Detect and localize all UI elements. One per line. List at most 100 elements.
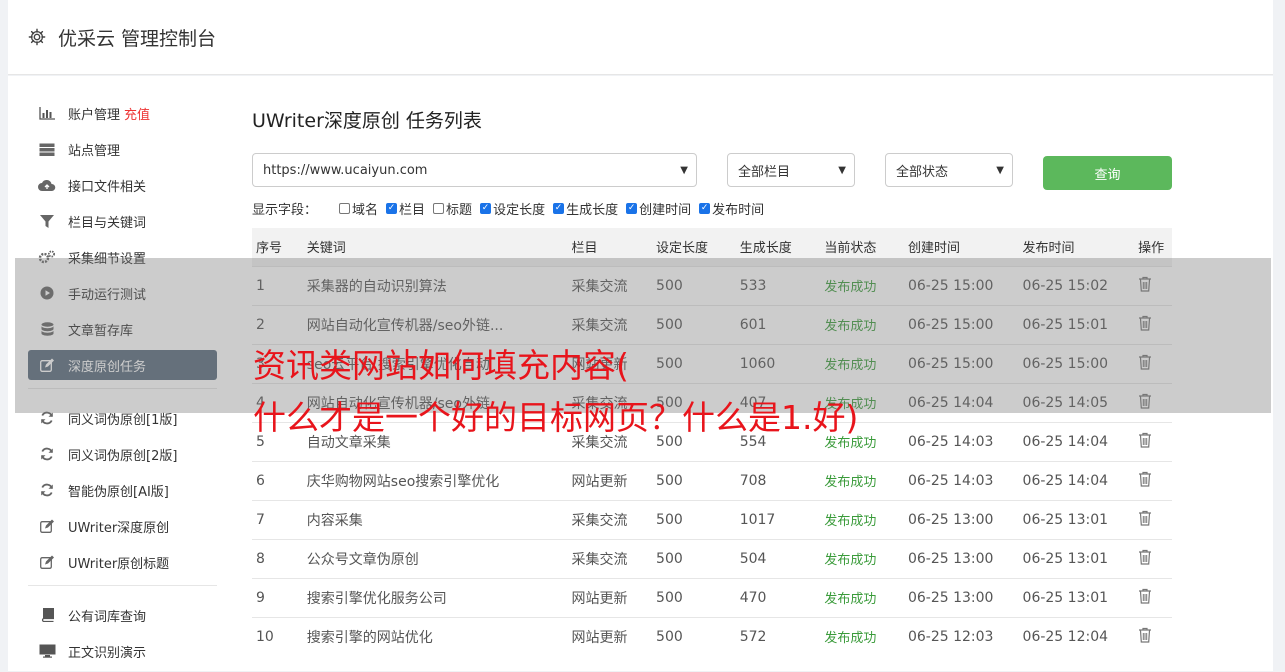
status-cell: 发布成功 bbox=[824, 538, 908, 578]
checkbox-box[interactable]: ✓ bbox=[480, 202, 492, 214]
status-cell: 发布成功 bbox=[824, 616, 908, 656]
table-cell: 9 bbox=[252, 577, 307, 617]
sidebar-item-label: 接口文件相关 bbox=[68, 179, 147, 195]
filter-bar: https://www.ucaiyun.com ▼ 全部栏目 ▼ 全部状态 ▼ bbox=[252, 153, 1172, 187]
checkbox-label: 域名 bbox=[352, 202, 379, 218]
table-cell: 06-25 13:01 bbox=[1022, 538, 1139, 578]
field-checkbox-created[interactable]: ✓ 创建时间 bbox=[626, 199, 691, 218]
filter-icon bbox=[38, 214, 56, 228]
table-cell: 06-25 14:04 bbox=[1022, 421, 1139, 461]
bar-chart-icon bbox=[38, 106, 56, 120]
headline-line-1: 资讯类网站如何填充内容( bbox=[253, 346, 629, 385]
table-cell: 1017 bbox=[739, 499, 825, 539]
trash-icon[interactable] bbox=[1138, 432, 1152, 448]
checkbox-box[interactable]: ✓ bbox=[699, 202, 711, 214]
sidebar-item-uwriter-deep[interactable]: UWriter深度原创 bbox=[28, 511, 217, 541]
query-button[interactable]: 查询 bbox=[1043, 156, 1172, 190]
table-cell: 06-25 13:00 bbox=[907, 577, 1023, 617]
sidebar-item-label: UWriter深度原创 bbox=[68, 520, 170, 536]
table-cell: 500 bbox=[656, 538, 740, 578]
table-cell: 500 bbox=[656, 460, 740, 500]
sidebar-item-text-recognition[interactable]: 正文识别演示 bbox=[28, 636, 217, 666]
table-cell: 8 bbox=[252, 538, 307, 578]
sidebar-item-columns-keywords[interactable]: 栏目与关键词 bbox=[28, 206, 217, 236]
table-cell: 06-25 14:03 bbox=[907, 460, 1023, 500]
sidebar-item-public-lexicon[interactable]: 公有词库查询 bbox=[28, 600, 217, 630]
field-checkbox-column[interactable]: ✓ 栏目 bbox=[386, 199, 425, 218]
table-row: 9 搜索引擎优化服务公司 网站更新 500 470 发布成功 06-25 13:00 06-2… bbox=[252, 577, 1172, 617]
sidebar-item-label: 同义词伪原创[2版] bbox=[68, 448, 178, 464]
field-checkbox-set-length[interactable]: ✓ 设定长度 bbox=[480, 199, 545, 218]
monitor-icon bbox=[38, 644, 56, 658]
field-checkbox-published[interactable]: ✓ 发布时间 bbox=[699, 199, 764, 218]
sidebar-item-label: 账户管理 bbox=[68, 107, 121, 123]
field-checkbox-domain[interactable]: 域名 bbox=[339, 199, 378, 218]
refresh-icon bbox=[38, 411, 56, 425]
trash-icon[interactable] bbox=[1138, 510, 1152, 526]
trash-icon[interactable] bbox=[1138, 471, 1152, 487]
chevron-down-icon: ▼ bbox=[996, 164, 1004, 176]
field-checkbox-title[interactable]: 标题 bbox=[433, 199, 472, 218]
sidebar-item-uwriter-title[interactable]: UWriter原创标题 bbox=[28, 547, 217, 577]
table-cell: 06-25 13:00 bbox=[907, 538, 1023, 578]
page-title: UWriter深度原创 任务列表 bbox=[252, 110, 482, 132]
table-cell: 504 bbox=[739, 538, 825, 578]
sidebar-item-label: 智能伪原创[AI版] bbox=[68, 484, 169, 500]
table-cell: 06-25 12:03 bbox=[907, 616, 1023, 656]
site-select[interactable]: https://www.ucaiyun.com ▼ bbox=[252, 153, 697, 187]
sidebar-item-sites[interactable]: 站点管理 bbox=[28, 134, 217, 164]
trash-icon[interactable] bbox=[1138, 549, 1152, 565]
table-cell: 500 bbox=[656, 616, 740, 656]
status-select[interactable]: 全部状态 ▼ bbox=[885, 153, 1013, 187]
sidebar-item-ai-rewrite[interactable]: 智能伪原创[AI版] bbox=[28, 475, 217, 505]
sidebar-item-interface-files[interactable]: 接口文件相关 bbox=[28, 170, 217, 200]
table-cell: 06-25 14:03 bbox=[907, 421, 1023, 461]
sidebar-item-label: 栏目与关键词 bbox=[68, 215, 147, 231]
app-title: 优采云 管理控制台 bbox=[58, 27, 217, 50]
checkbox-box[interactable] bbox=[339, 202, 351, 214]
display-fields-label: 显示字段： bbox=[252, 202, 318, 218]
table-row: 8 公众号文章伪原创 采集交流 500 504 发布成功 06-25 13:00 06-25 … bbox=[252, 538, 1172, 578]
edit-icon bbox=[38, 519, 56, 533]
sidebar-item-label: 站点管理 bbox=[68, 143, 121, 159]
action-cell bbox=[1138, 538, 1172, 578]
sidebar-item-label: UWriter原创标题 bbox=[68, 556, 170, 572]
action-cell bbox=[1138, 616, 1172, 656]
action-cell bbox=[1138, 460, 1172, 500]
sidebar-item-label: 公有词库查询 bbox=[68, 609, 147, 625]
table-cell: 采集交流 bbox=[571, 538, 657, 578]
table-cell: 572 bbox=[739, 616, 825, 656]
checkbox-label: 生成长度 bbox=[566, 202, 619, 218]
checkbox-box[interactable] bbox=[433, 202, 445, 214]
table-cell: 搜索引擎优化服务公司 bbox=[306, 577, 572, 617]
column-select[interactable]: 全部栏目 ▼ bbox=[727, 153, 855, 187]
refresh-icon bbox=[38, 483, 56, 497]
sidebar-item-account[interactable]: 账户管理 充值 bbox=[28, 98, 217, 128]
overlay-headline: 资讯类网站如何填充内容( 什么才是一个好的目标网页？什么是1.好) bbox=[253, 340, 858, 444]
trash-icon[interactable] bbox=[1138, 627, 1152, 643]
table-cell: 06-25 14:04 bbox=[1022, 460, 1139, 500]
table-cell: 06-25 12:04 bbox=[1022, 616, 1139, 656]
action-cell bbox=[1138, 421, 1172, 461]
table-cell: 470 bbox=[739, 577, 825, 617]
checkbox-box[interactable]: ✓ bbox=[386, 202, 398, 214]
table-row: 10 搜索引擎的网站优化 网站更新 500 572 发布成功 06-25 12:03 06-2… bbox=[252, 616, 1172, 656]
table-cell: 10 bbox=[252, 616, 307, 656]
checkbox-label: 标题 bbox=[446, 202, 473, 218]
display-fields: 显示字段： 域名 ✓ 栏目 标题 ✓ 设定长度 ✓ 生成长度 ✓ 创建时间 ✓ 发布时间 bbox=[252, 198, 1172, 218]
table-row: 6 庆华购物网站seo搜索引擎优化 网站更新 500 708 发布成功 06-25 14:0… bbox=[252, 460, 1172, 500]
checkbox-box[interactable]: ✓ bbox=[553, 202, 565, 214]
checkbox-box[interactable]: ✓ bbox=[626, 202, 638, 214]
action-cell bbox=[1138, 577, 1172, 617]
trash-icon[interactable] bbox=[1138, 588, 1152, 604]
table-cell: 采集交流 bbox=[571, 499, 657, 539]
sidebar-item-synonym-v2[interactable]: 同义词伪原创[2版] bbox=[28, 439, 217, 469]
server-icon bbox=[38, 142, 56, 156]
recharge-link[interactable]: 充值 bbox=[124, 104, 150, 123]
status-cell: 发布成功 bbox=[824, 499, 908, 539]
status-cell: 发布成功 bbox=[824, 460, 908, 500]
table-cell: 708 bbox=[739, 460, 825, 500]
gear-icon[interactable] bbox=[28, 28, 46, 46]
table-cell: 500 bbox=[656, 577, 740, 617]
field-checkbox-gen-length[interactable]: ✓ 生成长度 bbox=[553, 199, 618, 218]
